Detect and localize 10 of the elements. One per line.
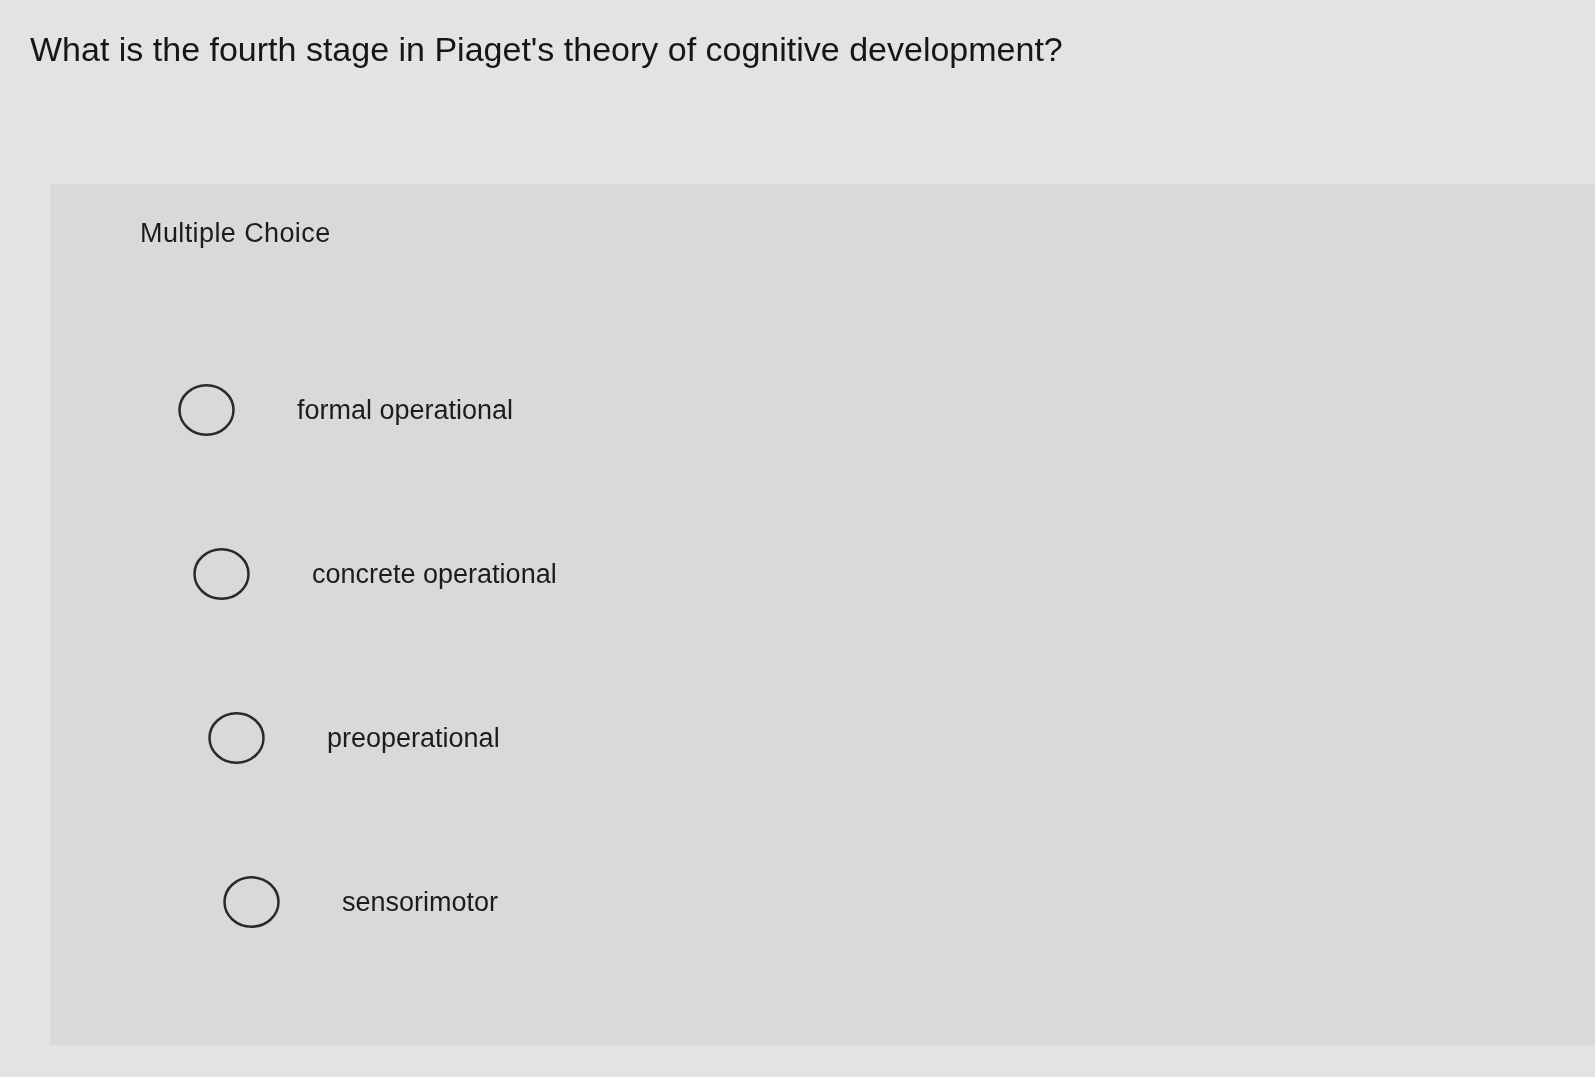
radio-button[interactable] xyxy=(178,384,235,436)
question-text: What is the fourth stage in Piaget's theory of cognitive development? xyxy=(30,29,1063,70)
option-label[interactable]: concrete operational xyxy=(312,558,557,590)
option-label[interactable]: formal operational xyxy=(297,394,514,426)
radio-button[interactable] xyxy=(208,712,265,764)
radio-button[interactable] xyxy=(193,548,250,600)
radio-button[interactable] xyxy=(223,876,280,928)
option-label[interactable]: sensorimotor xyxy=(342,886,499,918)
question-type-label: Multiple Choice xyxy=(140,217,331,250)
option-label[interactable]: preoperational xyxy=(327,722,500,754)
